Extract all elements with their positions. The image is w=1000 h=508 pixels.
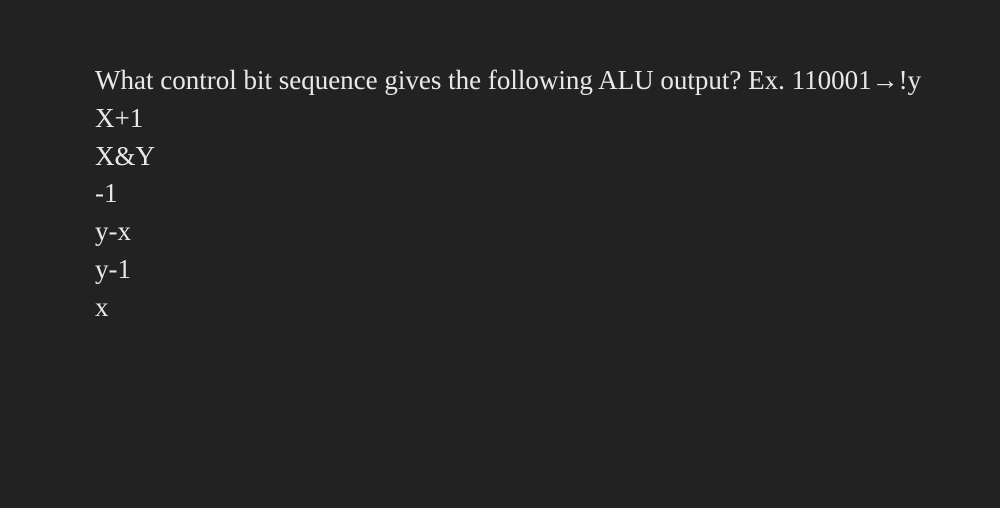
question-item: -1	[95, 175, 1000, 213]
question-block: What control bit sequence gives the foll…	[95, 62, 1000, 327]
question-item: y-1	[95, 251, 1000, 289]
question-item: X+1	[95, 100, 1000, 138]
question-item: X&Y	[95, 138, 1000, 176]
question-item: y-x	[95, 213, 1000, 251]
question-item: x	[95, 289, 1000, 327]
question-prompt: What control bit sequence gives the foll…	[95, 62, 1000, 100]
